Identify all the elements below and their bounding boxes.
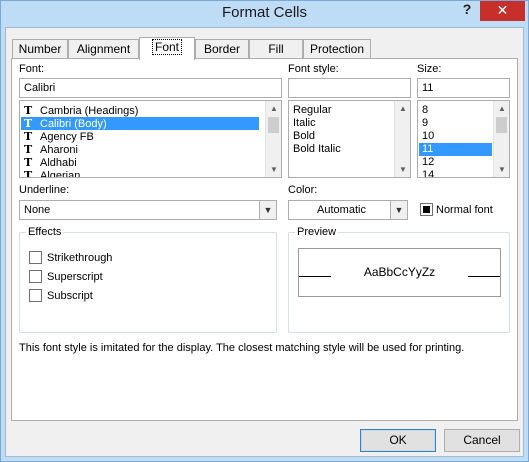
tab-number-label: Number <box>18 42 62 56</box>
list-item[interactable]: Italic <box>290 117 316 130</box>
scroll-up-icon[interactable]: ▲ <box>266 101 281 116</box>
preview-group: Preview AaBbCcYyZz <box>288 226 510 333</box>
underline-select[interactable]: None ▼ <box>19 200 277 220</box>
list-item[interactable]: 9 <box>419 117 428 130</box>
dialog-title: Format Cells <box>221 4 307 21</box>
list-item-selected[interactable]: T Calibri (Body) <box>21 117 259 130</box>
list-item[interactable]: 8 <box>419 104 428 117</box>
truetype-icon: T <box>24 130 33 143</box>
font-item-label: Cambria (Headings) <box>40 105 139 117</box>
font-item-label: Aharoni <box>40 144 78 156</box>
list-item[interactable]: T Agency FB <box>21 130 94 143</box>
underline-value: None <box>24 204 51 216</box>
size-list[interactable]: 8 9 10 11 12 14 ▲ ▼ <box>417 100 510 178</box>
checkbox-fill <box>423 206 430 213</box>
list-item[interactable]: Regular <box>290 104 332 117</box>
color-label: Color: <box>288 184 318 196</box>
effects-title: Effects <box>26 226 64 238</box>
tab-fill[interactable]: Fill <box>249 39 303 59</box>
ok-button[interactable]: OK <box>360 429 436 452</box>
scroll-down-icon[interactable]: ▼ <box>494 162 509 177</box>
help-button[interactable]: ? <box>459 1 475 17</box>
normal-font-checkbox[interactable] <box>420 203 433 216</box>
list-item-selected[interactable]: 11 <box>419 143 492 156</box>
font-item-label: Algerian <box>40 170 81 178</box>
font-style-list[interactable]: Regular Italic Bold Bold Italic ▲ ▼ <box>288 100 411 178</box>
tab-font[interactable]: Font <box>139 37 195 60</box>
superscript-checkbox[interactable] <box>29 270 42 283</box>
list-item[interactable]: T Cambria (Headings) <box>21 104 138 117</box>
truetype-icon: T <box>24 104 33 117</box>
tab-number[interactable]: Number <box>12 39 68 59</box>
font-item-label: Agency FB <box>40 131 94 143</box>
chevron-down-icon[interactable]: ▼ <box>259 201 276 219</box>
strikethrough-checkbox[interactable] <box>29 251 42 264</box>
tab-alignment[interactable]: Alignment <box>68 39 139 59</box>
truetype-icon: T <box>24 156 33 169</box>
info-text: This font style is imitated for the disp… <box>19 342 465 354</box>
preview-title: Preview <box>295 226 339 238</box>
subscript-checkbox[interactable] <box>29 289 42 302</box>
font-style-scrollbar[interactable]: ▲ ▼ <box>394 101 410 177</box>
effects-group: Effects Strikethrough Superscript Subscr… <box>19 226 277 333</box>
list-item[interactable]: Bold <box>290 130 315 143</box>
strikethrough-label: Strikethrough <box>47 252 113 264</box>
close-button[interactable]: ✕ <box>480 1 525 21</box>
font-style-label: Font style: <box>288 63 339 75</box>
scroll-down-icon[interactable]: ▼ <box>266 162 281 177</box>
list-item[interactable]: T Aharoni <box>21 143 78 156</box>
tab-alignment-label: Alignment <box>76 42 131 56</box>
tab-fill-label: Fill <box>268 42 284 56</box>
truetype-icon: T <box>24 169 33 178</box>
color-select[interactable]: Automatic ▼ <box>288 200 408 220</box>
font-style-input[interactable] <box>288 78 411 98</box>
font-name-input[interactable]: Calibri <box>19 78 282 98</box>
tab-border[interactable]: Border <box>195 39 249 59</box>
normal-font-label: Normal font <box>436 204 493 216</box>
title-bar: Format Cells ? ✕ <box>1 1 528 27</box>
tab-border-label: Border <box>203 42 241 56</box>
scroll-up-icon[interactable]: ▲ <box>494 101 509 116</box>
list-item[interactable]: T Algerian <box>21 169 81 178</box>
size-input[interactable]: 11 <box>417 78 510 98</box>
font-list[interactable]: T Cambria (Headings) T Calibri (Body) T Age… <box>19 100 282 178</box>
scroll-up-icon[interactable]: ▲ <box>395 101 410 116</box>
font-item-label: Calibri (Body) <box>40 118 107 130</box>
size-list-scrollbar[interactable]: ▲ ▼ <box>493 101 509 177</box>
list-item[interactable]: T Aldhabi <box>21 156 77 169</box>
cancel-button[interactable]: Cancel <box>444 429 520 452</box>
font-tab-panel: Font: Calibri T Cambria (Headings) T Calib… <box>11 58 518 421</box>
truetype-icon: T <box>24 143 33 156</box>
list-item[interactable]: Bold Italic <box>290 143 341 156</box>
font-list-scrollbar[interactable]: ▲ ▼ <box>265 101 281 177</box>
tab-protection-label: Protection <box>309 42 365 56</box>
preview-box: AaBbCcYyZz <box>298 248 501 297</box>
tab-font-label: Font <box>151 39 182 55</box>
list-item[interactable]: 10 <box>419 130 434 143</box>
scroll-thumb[interactable] <box>268 117 279 133</box>
underline-label: Underline: <box>19 184 70 196</box>
scroll-down-icon[interactable]: ▼ <box>395 162 410 177</box>
subscript-label: Subscript <box>47 290 93 302</box>
color-value: Automatic <box>317 204 366 216</box>
format-cells-dialog: Format Cells ? ✕ Number Alignment Font B… <box>0 0 529 462</box>
superscript-label: Superscript <box>47 271 103 283</box>
font-item-label: Aldhabi <box>40 157 77 169</box>
dialog-body: Number Alignment Font Border Fill Protec… <box>5 27 524 457</box>
tab-protection[interactable]: Protection <box>303 39 371 59</box>
scroll-thumb[interactable] <box>496 117 507 133</box>
list-item[interactable]: 14 <box>419 169 434 177</box>
truetype-icon: T <box>24 117 33 130</box>
size-label: Size: <box>417 63 442 75</box>
list-item[interactable]: 12 <box>419 156 434 169</box>
preview-sample: AaBbCcYyZz <box>363 265 436 279</box>
font-label: Font: <box>19 63 45 75</box>
chevron-down-icon[interactable]: ▼ <box>390 201 407 219</box>
